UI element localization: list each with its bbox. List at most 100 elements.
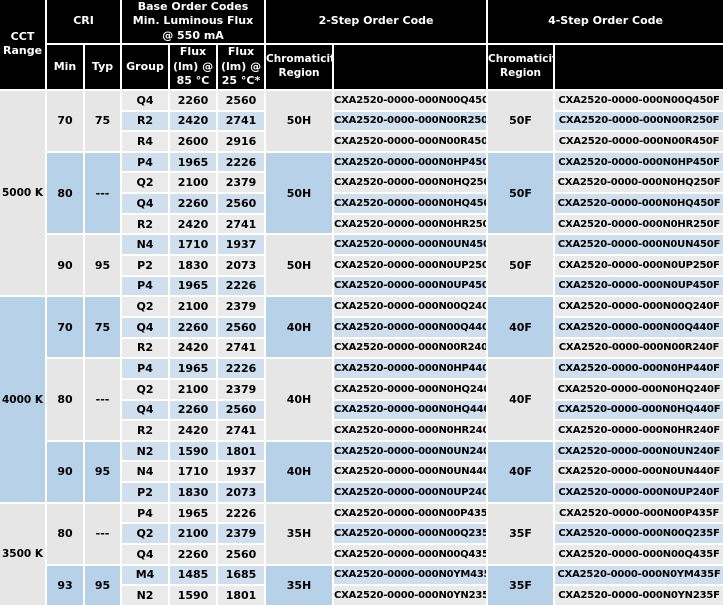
- table-row: 4000 K7075Q22100237940HCXA2520-0000-000N…: [0, 297, 723, 316]
- flux-25c-cell: 2560: [218, 194, 264, 213]
- table-row: 9095N21590180140HCXA2520-0000-000N0UN240…: [0, 442, 723, 461]
- flux-25c-cell: 2560: [218, 318, 264, 337]
- cri-typ-cell: ---: [85, 153, 120, 234]
- flux-85c-cell: 2420: [170, 339, 216, 358]
- flux-group-cell: R2: [122, 215, 168, 234]
- cri-typ-cell: 95: [85, 566, 120, 605]
- cri-min-cell: 70: [47, 91, 83, 151]
- flux-85c-cell: 1965: [170, 153, 216, 172]
- order-code-2step-cell: CXA2520-0000-000N00P435H: [334, 504, 486, 523]
- flux-group-cell: Q4: [122, 545, 168, 564]
- chromaticity-4step-cell: 50F: [488, 235, 553, 295]
- flux-85c-cell: 2600: [170, 132, 216, 151]
- header-cri: CRI: [47, 0, 120, 43]
- flux-85c-cell: 1485: [170, 566, 216, 585]
- cri-typ-cell: 95: [85, 442, 120, 502]
- order-code-4step-cell: CXA2520-0000-000N0UP250F: [555, 256, 723, 275]
- flux-group-cell: P2: [122, 483, 168, 502]
- flux-25c-cell: 2560: [218, 545, 264, 564]
- flux-85c-cell: 2260: [170, 318, 216, 337]
- order-code-2step-cell: CXA2520-0000-000N0HP450H: [334, 153, 486, 172]
- order-code-2step-cell: CXA2520-0000-000N0UN240H: [334, 442, 486, 461]
- flux-25c-cell: 1801: [218, 586, 264, 605]
- flux-85c-cell: 1965: [170, 504, 216, 523]
- order-code-4step-cell: CXA2520-0000-000N00Q440F: [555, 318, 723, 337]
- chromaticity-2step-cell: 50H: [266, 91, 332, 151]
- flux-85c-cell: 1830: [170, 256, 216, 275]
- cri-typ-cell: 95: [85, 235, 120, 295]
- chromaticity-4step-cell: 40F: [488, 297, 553, 357]
- header-4step-order-code: 4-Step Order Code: [488, 0, 723, 43]
- order-code-table-page: CCT Range CRI Base Order Codes Min. Lumi…: [0, 0, 723, 605]
- flux-group-cell: Q2: [122, 173, 168, 192]
- flux-group-cell: P4: [122, 359, 168, 378]
- flux-group-cell: P4: [122, 504, 168, 523]
- flux-group-cell: P4: [122, 277, 168, 296]
- cri-typ-cell: ---: [85, 359, 120, 440]
- order-code-2step-cell: CXA2520-0000-000N00R240H: [334, 339, 486, 358]
- flux-group-cell: P2: [122, 256, 168, 275]
- cri-typ-cell: 75: [85, 91, 120, 151]
- cct-cell: 5000 K: [0, 91, 45, 295]
- order-code-2step-cell: CXA2520-0000-000N00Q240H: [334, 297, 486, 316]
- order-code-4step-cell: CXA2520-0000-000N0UN240F: [555, 442, 723, 461]
- chromaticity-2step-cell: 50H: [266, 235, 332, 295]
- flux-25c-cell: 1937: [218, 235, 264, 254]
- flux-25c-cell: 2379: [218, 297, 264, 316]
- header-4step-code-spacer: [555, 45, 723, 89]
- chromaticity-2step-cell: 35H: [266, 566, 332, 605]
- flux-25c-cell: 2073: [218, 256, 264, 275]
- flux-25c-cell: 2741: [218, 215, 264, 234]
- order-code-2step-cell: CXA2520-0000-000N0HQ240H: [334, 380, 486, 399]
- header-flux-group: Group: [122, 45, 168, 89]
- flux-85c-cell: 1830: [170, 483, 216, 502]
- flux-group-cell: Q4: [122, 194, 168, 213]
- flux-25c-cell: 2741: [218, 112, 264, 131]
- order-code-4step-cell: CXA2520-0000-000N00Q235F: [555, 524, 723, 543]
- order-code-4step-cell: CXA2520-0000-000N00P435F: [555, 504, 723, 523]
- order-code-2step-cell: CXA2520-0000-000N00Q435H: [334, 545, 486, 564]
- flux-group-cell: R2: [122, 421, 168, 440]
- flux-85c-cell: 2420: [170, 421, 216, 440]
- order-code-2step-cell: CXA2520-0000-000N0UN450H: [334, 235, 486, 254]
- flux-group-cell: Q4: [122, 91, 168, 110]
- order-code-4step-cell: CXA2520-0000-000N0HQ240F: [555, 380, 723, 399]
- order-code-table: CCT Range CRI Base Order Codes Min. Lumi…: [0, 0, 723, 605]
- cri-min-cell: 90: [47, 442, 83, 502]
- flux-group-cell: R2: [122, 112, 168, 131]
- flux-25c-cell: 2226: [218, 277, 264, 296]
- chromaticity-4step-cell: 40F: [488, 442, 553, 502]
- flux-25c-cell: 2226: [218, 359, 264, 378]
- table-row: 80---P41965222640HCXA2520-0000-000N0HP44…: [0, 359, 723, 378]
- flux-group-cell: Q4: [122, 318, 168, 337]
- flux-25c-cell: 2073: [218, 483, 264, 502]
- flux-85c-cell: 2420: [170, 112, 216, 131]
- order-code-4step-cell: CXA2520-0000-000N00R450F: [555, 132, 723, 151]
- chromaticity-2step-cell: 40H: [266, 359, 332, 440]
- table-row: 5000 K7075Q42260256050HCXA2520-0000-000N…: [0, 91, 723, 110]
- flux-85c-cell: 1590: [170, 586, 216, 605]
- flux-25c-cell: 2916: [218, 132, 264, 151]
- flux-85c-cell: 1590: [170, 442, 216, 461]
- order-code-4step-cell: CXA2520-0000-000N0UP450F: [555, 277, 723, 296]
- chromaticity-4step-cell: 40F: [488, 359, 553, 440]
- flux-85c-cell: 2420: [170, 215, 216, 234]
- flux-85c-cell: 1965: [170, 277, 216, 296]
- flux-group-cell: M4: [122, 566, 168, 585]
- flux-85c-cell: 2100: [170, 173, 216, 192]
- header-chromaticity-region-2step: Chromaticity Region: [266, 45, 332, 89]
- cri-min-cell: 80: [47, 504, 83, 564]
- chromaticity-4step-cell: 50F: [488, 153, 553, 234]
- order-code-2step-cell: CXA2520-0000-000N00Q440H: [334, 318, 486, 337]
- order-code-4step-cell: CXA2520-0000-000N0HP440F: [555, 359, 723, 378]
- cri-min-cell: 93: [47, 566, 83, 605]
- order-code-4step-cell: CXA2520-0000-000N0YM435F: [555, 566, 723, 585]
- cct-cell: 4000 K: [0, 297, 45, 501]
- flux-85c-cell: 2100: [170, 297, 216, 316]
- flux-group-cell: R4: [122, 132, 168, 151]
- order-code-2step-cell: CXA2520-0000-000N0YN235H: [334, 586, 486, 605]
- flux-85c-cell: 1710: [170, 235, 216, 254]
- order-code-4step-cell: CXA2520-0000-000N0HP450F: [555, 153, 723, 172]
- table-row: 80---P41965222650HCXA2520-0000-000N0HP45…: [0, 153, 723, 172]
- order-code-2step-cell: CXA2520-0000-000N0UP250H: [334, 256, 486, 275]
